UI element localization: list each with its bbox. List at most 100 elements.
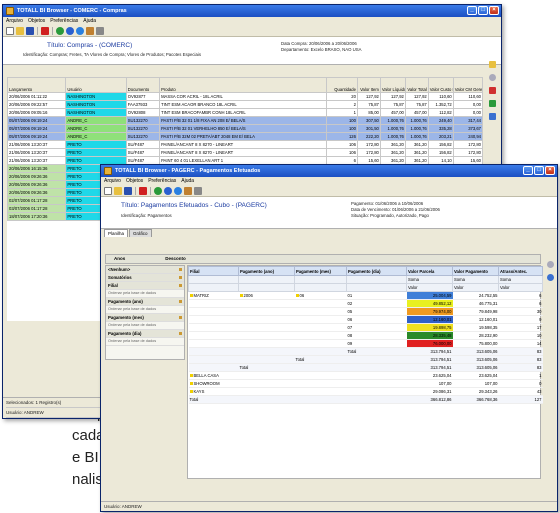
pivot-subheader-row-cell[interactable]: [188, 275, 239, 284]
expand-icon[interactable]: [239, 294, 243, 298]
filter-icon[interactable]: [179, 284, 182, 287]
pivot-cell-filial[interactable]: [188, 331, 239, 340]
pivot-cell-dia[interactable]: [346, 363, 407, 372]
pivot-cell-mes[interactable]: [294, 395, 347, 404]
pivot-cell-mes[interactable]: [294, 307, 347, 316]
pivot-cell-filial[interactable]: [188, 363, 239, 372]
pivot-cell-mes[interactable]: [294, 347, 347, 356]
edit-icon[interactable]: [184, 186, 192, 195]
pivot-cell-dia[interactable]: [346, 387, 407, 396]
pivot-cell-ano[interactable]: [238, 339, 295, 348]
menu-arquivo[interactable]: Arquivo: [6, 17, 23, 25]
field-item[interactable]: Pagamento (ano): [106, 298, 184, 306]
new-icon[interactable]: [104, 186, 112, 195]
table-row[interactable]: 20/06/2006 01:11:22 NASHINGTON OV92877 MASS…: [6, 92, 484, 101]
menu-objetos[interactable]: Objetos: [28, 17, 45, 25]
close-button[interactable]: ×: [545, 166, 555, 175]
field-sort-option[interactable]: Ordenar pela base de dados: [106, 322, 184, 330]
new-icon[interactable]: [6, 26, 14, 35]
pivot-cell-ano[interactable]: [238, 347, 295, 356]
pivot-cell-dia[interactable]: Total: [346, 347, 407, 356]
table-row[interactable]: 20/06/2006 09:05:16 NASHINGTON OV92808 TINT…: [6, 108, 484, 117]
pivot-cell-dia[interactable]: [346, 379, 407, 388]
pivot-cell-filial[interactable]: [188, 299, 239, 308]
table-row[interactable]: 05/07/2006 09:19:24 ANDRE_C SU132270 PASTI …: [6, 116, 484, 125]
pivot-subheader-row-2-cell[interactable]: [294, 283, 347, 292]
pivot-cell-filial[interactable]: Total: [188, 395, 239, 404]
minimize-button[interactable]: _: [467, 6, 477, 15]
pivot-header-row-cell[interactable]: Pagamento (ano): [238, 266, 295, 276]
col-valor-total[interactable]: Valor Total: [404, 77, 429, 93]
expand-icon[interactable]: [295, 294, 299, 298]
pivot-cell-mes[interactable]: [294, 323, 347, 332]
pivot-header-row-cell[interactable]: Valor Parcela: [406, 266, 453, 276]
filter-icon[interactable]: [179, 268, 182, 271]
field-item[interactable]: <Nenhum>: [106, 266, 184, 274]
field-sort-option[interactable]: Ordenar pela base de dados: [106, 338, 184, 346]
pivot-cell-ano[interactable]: [238, 395, 295, 404]
pivot-cell-dia[interactable]: [346, 355, 407, 364]
filter-icon[interactable]: [194, 186, 202, 195]
pivot-cell-dia[interactable]: 02: [346, 299, 407, 308]
col-valor-item[interactable]: Valor Item: [356, 77, 381, 93]
tab-planilha[interactable]: Planilha: [104, 229, 129, 237]
maximize-button[interactable]: □: [478, 6, 488, 15]
pivot-cell-mes[interactable]: [294, 299, 347, 308]
menu-arquivo[interactable]: Arquivo: [104, 177, 121, 185]
pivot-subheader-row-2-cell[interactable]: Valor: [406, 283, 453, 292]
search-icon[interactable]: [547, 261, 554, 268]
pivot-cell-ano[interactable]: [238, 387, 295, 396]
pivot-cell-filial[interactable]: [188, 355, 239, 364]
filter-icon[interactable]: [179, 276, 182, 279]
menu-objetos[interactable]: Objetos: [126, 177, 143, 185]
table-row[interactable]: 20/06/2006 09:22:57 NASHINGTON FAA37933 TIN…: [6, 100, 484, 109]
field-item[interactable]: Pagamento (mes): [106, 314, 184, 322]
pivot-cell-filial[interactable]: SHOWROOM: [188, 379, 239, 388]
menu-ajuda[interactable]: Ajuda: [181, 177, 194, 185]
pivot-subheader-row-cell[interactable]: Soma: [406, 275, 453, 284]
pivot-subheader-row-2-cell[interactable]: Valor: [452, 283, 499, 292]
check-icon[interactable]: [489, 100, 496, 107]
field-item[interactable]: Somatórios: [106, 274, 184, 282]
expand-icon[interactable]: [189, 294, 193, 298]
search-icon[interactable]: [489, 74, 496, 81]
menu-preferencias[interactable]: Preferências: [50, 17, 78, 25]
col-valor-cm-gerencial[interactable]: Valor CM Gerencial: [452, 77, 484, 93]
pivot-cell-mes[interactable]: [294, 387, 347, 396]
filter-icon[interactable]: [96, 26, 104, 35]
pivot-cell-dia[interactable]: 01: [346, 291, 407, 300]
col-valor-liquido[interactable]: Valor Líquido: [379, 77, 406, 93]
filter-icon[interactable]: [179, 316, 182, 319]
pivot-cell-dia[interactable]: [346, 395, 407, 404]
forward-icon[interactable]: [66, 26, 74, 35]
pivot-cell-mes[interactable]: [294, 331, 347, 340]
filter-icon[interactable]: [179, 332, 182, 335]
open-icon[interactable]: [16, 26, 24, 35]
forward-icon[interactable]: [164, 186, 172, 195]
pivot-cell-dia[interactable]: [346, 371, 407, 380]
pivot-cell-filial[interactable]: [188, 307, 239, 316]
edit-icon[interactable]: [86, 26, 94, 35]
tab-grafico[interactable]: Gráfico: [129, 229, 152, 237]
pivot-cell-ano[interactable]: [238, 299, 295, 308]
dim-desconto[interactable]: Desconto: [165, 255, 186, 263]
pivot-cell-ano[interactable]: [238, 323, 295, 332]
pivot-subheader-row-cell[interactable]: Soma: [498, 275, 543, 284]
pivot-subheader-row-2-cell[interactable]: [188, 283, 239, 292]
refresh-icon[interactable]: [174, 186, 182, 195]
pivot-cell-filial[interactable]: [188, 347, 239, 356]
field-sort-option[interactable]: Ordenar pela base de dados: [106, 290, 184, 298]
field-item[interactable]: Pagamento (dia): [106, 330, 184, 338]
field-sort-option[interactable]: Ordenar pela base de dados: [106, 306, 184, 314]
col-documento[interactable]: Documento: [125, 77, 161, 93]
dim-anos[interactable]: Anos: [114, 255, 125, 263]
back-icon[interactable]: [154, 186, 162, 195]
pivot-cell-ano[interactable]: [238, 371, 295, 380]
expand-icon[interactable]: [189, 390, 193, 394]
pivot-subheader-row-cell[interactable]: Soma: [452, 275, 499, 284]
table-row[interactable]: 05/07/2006 09:19:24 ANDRE_C SU132270 PASTI …: [6, 124, 484, 133]
back-icon[interactable]: [56, 26, 64, 35]
save-icon[interactable]: [124, 186, 132, 195]
pivot-cell-ano[interactable]: Total: [238, 363, 295, 372]
pivot-cell-filial[interactable]: [188, 323, 239, 332]
